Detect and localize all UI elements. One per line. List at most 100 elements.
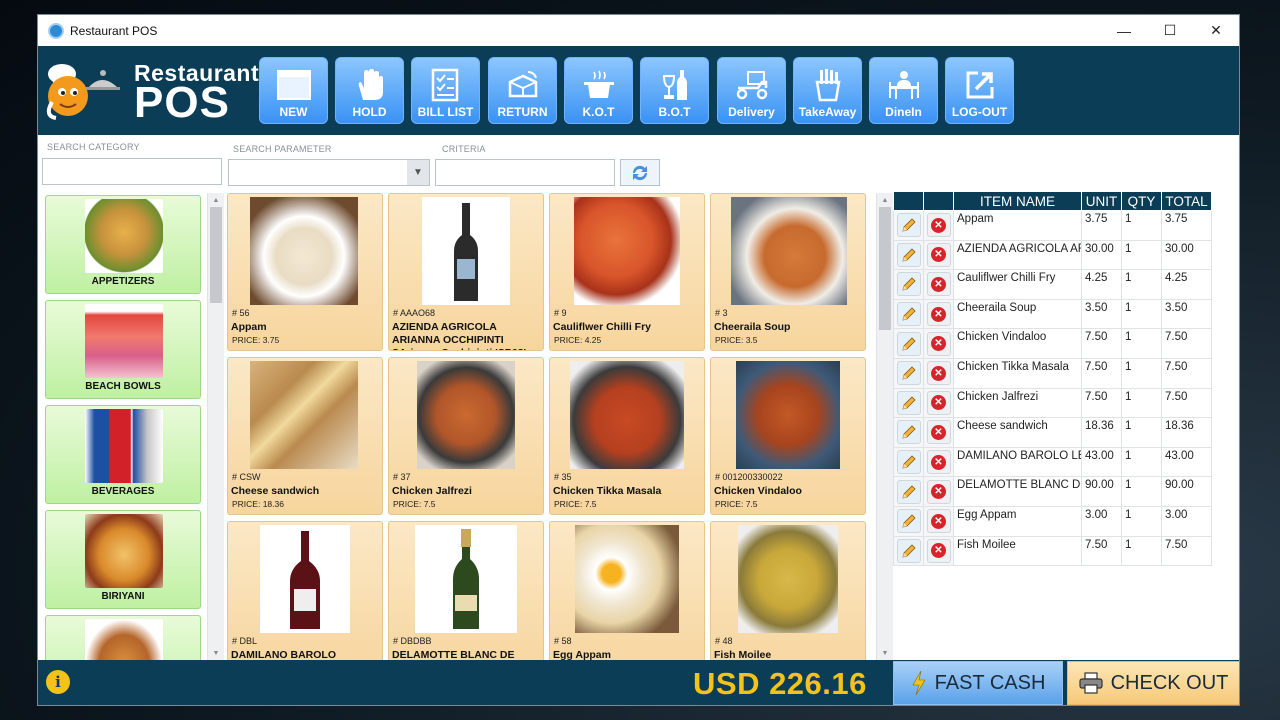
items-scroll-thumb[interactable] [879,207,891,330]
criteria-input[interactable] [435,159,615,186]
bill-item-qty: 1 [1121,476,1162,507]
scroll-down-icon[interactable]: ▼ [877,646,893,660]
delete-button[interactable]: ✕ [926,272,951,297]
delete-button[interactable]: ✕ [926,450,951,475]
delete-button[interactable]: ✕ [926,538,951,563]
bill-row: ✕ Cheese sandwich 18.36 1 18.36 [893,417,1212,448]
item-image [415,525,517,633]
delete-cell: ✕ [923,417,954,448]
bill-list-label: BILL LIST [417,105,474,119]
delete-button[interactable]: ✕ [926,390,951,415]
edit-button[interactable] [896,450,921,475]
menu-item[interactable]: # 48 Fish Moilee [710,521,866,660]
bill-item-name: Cheeraila Soup [953,298,1082,330]
app-window: Restaurant POS — ☐ ✕ Restaurant POS NEW … [37,14,1240,706]
menu-item[interactable]: # DBDBB DELAMOTTE BLANC DE [388,521,544,660]
bot-label: B.O.T [658,105,691,119]
category-beverages[interactable]: BEVERAGES [45,405,201,504]
menu-item[interactable]: # 37 Chicken Jalfrezi PRICE: 7.5 [388,357,544,515]
scroll-down-icon[interactable]: ▼ [208,646,224,660]
bill-item-qty: 1 [1121,269,1162,300]
category-biriyani[interactable]: BIRIYANI [45,510,201,609]
edit-button[interactable] [896,331,921,356]
close-button[interactable]: ✕ [1193,15,1239,46]
delete-button[interactable]: ✕ [926,302,951,327]
check-out-button[interactable]: CHECK OUT [1067,661,1239,705]
scroll-up-icon[interactable]: ▲ [877,193,893,207]
hold-button[interactable]: HOLD [335,57,404,124]
item-image [570,361,684,469]
bill-row: ✕ Cauliflwer Chilli Fry 4.25 1 4.25 [893,269,1212,300]
takeaway-button[interactable]: TakeAway [793,57,862,124]
menu-item[interactable]: # 3 Cheeraila Soup PRICE: 3.5 [710,193,866,351]
delivery-label: Delivery [728,105,775,119]
menu-item[interactable]: # 35 Chicken Tikka Masala PRICE: 7.5 [549,357,705,515]
delete-button[interactable]: ✕ [926,331,951,356]
menu-item[interactable]: # AAAO68 AZIENDA AGRICOLA ARIANNA OCCHIP… [388,193,544,351]
search-category-input[interactable] [42,158,222,185]
bill-row: ✕ AZIENDA AGRICOLA AF 30.00 1 30.00 [893,239,1212,271]
menu-item[interactable]: # CSW Cheese sandwich PRICE: 18.36 [227,357,383,515]
edit-button[interactable] [896,479,921,504]
delete-button[interactable]: ✕ [926,479,951,504]
new-label: NEW [279,105,308,119]
bill-item-total: 30.00 [1161,239,1212,271]
edit-button[interactable] [896,242,921,267]
bill-item-name: AZIENDA AGRICOLA AF [953,239,1082,271]
return-button[interactable]: RETURN [488,57,557,124]
category-scroll-thumb[interactable] [210,207,222,303]
edit-button[interactable] [896,420,921,445]
bill-list-button[interactable]: BILL LIST [411,57,480,124]
delete-button[interactable]: ✕ [926,509,951,534]
delete-button[interactable]: ✕ [926,361,951,386]
bot-button[interactable]: B.O.T [640,57,709,124]
delete-cell: ✕ [923,298,954,330]
category-scrollbar[interactable]: ▲ ▼ [207,193,224,660]
checklist-icon [428,67,464,103]
delivery-button[interactable]: Delivery [717,57,786,124]
item-code: # 37 [393,472,411,482]
item-price: PRICE: 18.36 [232,499,284,509]
bill-item-qty: 1 [1121,239,1162,271]
edit-button[interactable] [896,390,921,415]
info-icon[interactable]: i [46,670,70,694]
edit-button[interactable] [896,538,921,563]
menu-items-grid: # 56 Appam PRICE: 3.75 # AAAO68 AZIENDA … [227,193,873,660]
bill-header-row: ITEM NAME UNIT QTY TOTAL [893,191,1212,211]
logout-button[interactable]: LOG-OUT [945,57,1014,124]
scroll-up-icon[interactable]: ▲ [208,193,224,207]
category-beach-bowls[interactable]: BEACH BOWLS [45,300,201,399]
item-name: DELAMOTTE BLANC DE [392,649,515,660]
edit-button[interactable] [896,509,921,534]
new-button[interactable]: NEW [259,57,328,124]
delete-cell: ✕ [923,328,954,359]
menu-item[interactable]: # 9 Cauliflwer Chilli Fry PRICE: 4.25 [549,193,705,351]
delete-button[interactable]: ✕ [926,213,951,238]
delete-button[interactable]: ✕ [926,242,951,267]
dropdown-arrow-icon[interactable]: ▼ [407,160,429,185]
fast-cash-button[interactable]: FAST CASH [893,661,1063,705]
edit-button[interactable] [896,213,921,238]
minimize-button[interactable]: — [1101,15,1147,46]
maximize-button[interactable]: ☐ [1147,15,1193,46]
item-name: AZIENDA AGRICOLA ARIANNA OCCHIPINTI SAri… [392,321,526,350]
kot-button[interactable]: K.O.T [564,57,633,124]
category-appetizers[interactable]: APPETIZERS [45,195,201,294]
category-list: APPETIZERS BEACH BOWLS BEVERAGES BIRIYAN… [45,195,201,660]
edit-button[interactable] [896,361,921,386]
search-parameter-select[interactable]: ▼ [228,159,430,186]
menu-item[interactable]: # 001200330022 Chicken Vindaloo PRICE: 7… [710,357,866,515]
refresh-button[interactable] [620,159,660,186]
items-scrollbar[interactable]: ▲ ▼ [876,193,893,660]
menu-item[interactable]: # DBL DAMILANO BAROLO [227,521,383,660]
category-burgers[interactable] [45,615,201,660]
bill-item-unit: 4.25 [1081,269,1122,300]
menu-item[interactable]: # 56 Appam PRICE: 3.75 [227,193,383,351]
refresh-icon [632,165,648,180]
dinein-button[interactable]: DineIn [869,57,938,124]
menu-item[interactable]: # 58 Egg Appam [549,521,705,660]
bill-row: ✕ Chicken Jalfrezi 7.50 1 7.50 [893,387,1212,419]
delete-button[interactable]: ✕ [926,420,951,445]
edit-button[interactable] [896,302,921,327]
edit-button[interactable] [896,272,921,297]
